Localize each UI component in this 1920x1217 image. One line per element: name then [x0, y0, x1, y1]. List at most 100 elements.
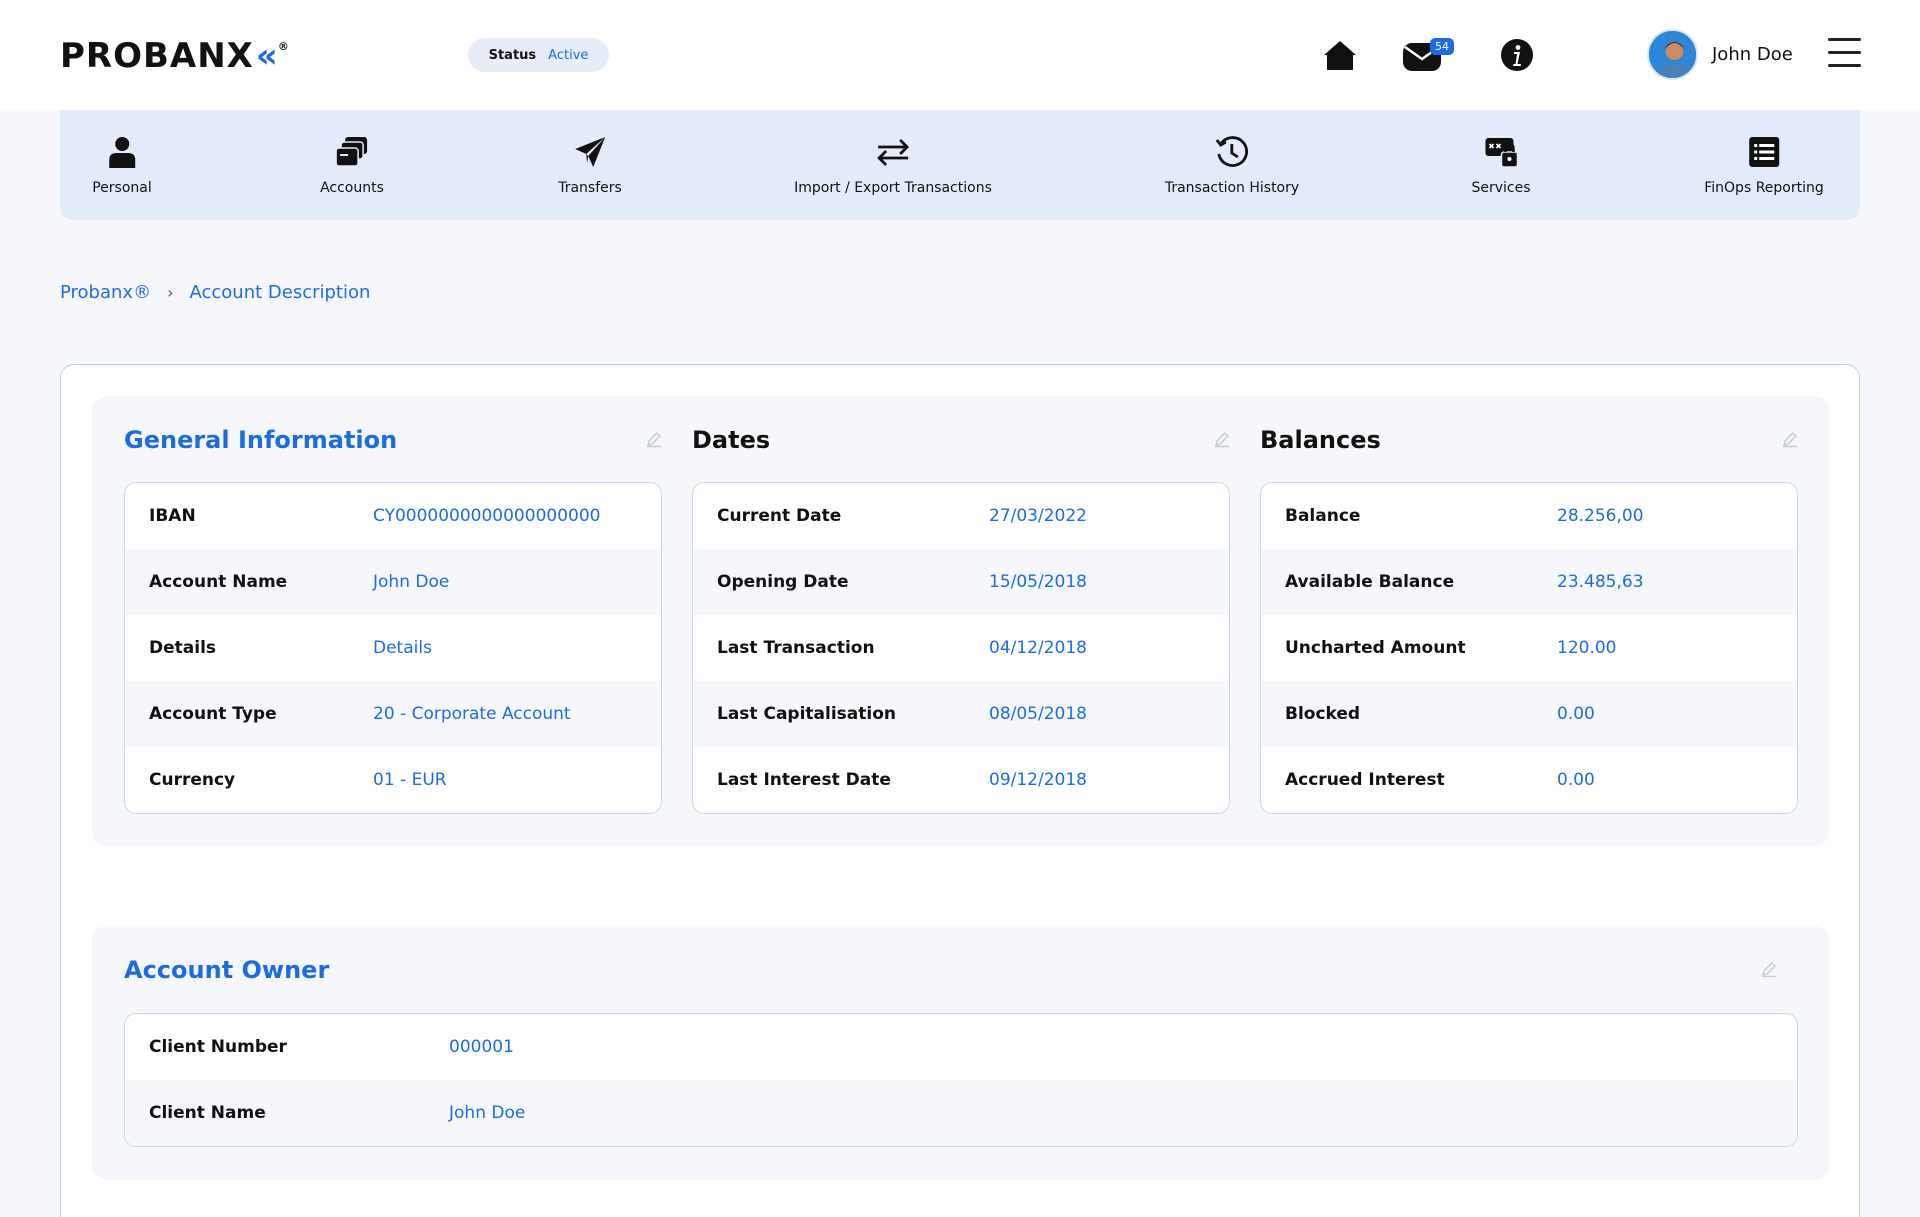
nav-label: Import / Export Transactions	[794, 180, 992, 196]
row-key: Blocked	[1285, 704, 1361, 724]
nav-item-accounts[interactable]: Accounts	[320, 134, 384, 196]
row-value: John Doe	[449, 1103, 526, 1123]
top-header: PROBANX « ® Status Active 54 John Doe	[0, 0, 1920, 110]
chevron-right-icon: ›	[167, 283, 174, 302]
row-value: 04/12/2018	[989, 638, 1087, 658]
row-key: Last Interest Date	[717, 770, 891, 790]
breadcrumb-root[interactable]: Probanx®	[60, 282, 151, 303]
balances-table: Balance 28.256,00 Available Balance 23.485…	[1260, 482, 1798, 814]
account-description-card: General Information IBAN CY00000000000000…	[60, 364, 1860, 1217]
logo-text: PROBANX	[60, 36, 254, 76]
logo-mark: «	[255, 36, 278, 76]
main-nav: Personal Accounts Transfers Import / Exp…	[60, 110, 1860, 220]
row-key: Details	[149, 638, 217, 658]
row-value: 28.256,00	[1557, 506, 1644, 526]
nav-label: Personal	[92, 180, 152, 196]
table-row: Last Capitalisation 08/05/2018	[693, 681, 1229, 747]
table-row: Accrued Interest 0.00	[1261, 747, 1797, 813]
table-row: Client Number 000001	[125, 1014, 1797, 1080]
row-value: 01 - EUR	[373, 770, 447, 790]
history-icon	[1214, 134, 1250, 170]
mail-badge-count: 54	[1430, 38, 1454, 55]
nav-label: Accounts	[320, 180, 384, 196]
nav-label: Transaction History	[1164, 180, 1300, 196]
dates-table: Current Date 27/03/2022 Opening Date 15/05…	[692, 482, 1230, 814]
row-key: Last Capitalisation	[717, 704, 896, 724]
row-value: 15/05/2018	[989, 572, 1087, 592]
row-key: IBAN	[149, 506, 196, 526]
table-row: Opening Date 15/05/2018	[693, 549, 1229, 615]
nav-item-import-export[interactable]: Import / Export Transactions	[794, 134, 992, 196]
avatar[interactable]	[1647, 29, 1698, 80]
hamburger-menu-icon[interactable]	[1828, 38, 1861, 70]
nav-item-transaction-history[interactable]: Transaction History	[1165, 134, 1299, 196]
row-value: 0.00	[1557, 704, 1595, 724]
table-row: Last Interest Date 09/12/2018	[693, 747, 1229, 813]
table-row: Uncharted Amount 120.00	[1261, 615, 1797, 681]
account-summary-section: General Information IBAN CY00000000000000…	[92, 396, 1829, 846]
table-row: Available Balance 23.485,63	[1261, 549, 1797, 615]
nav-label: FinOps Reporting	[1704, 180, 1824, 196]
row-value: 23.485,63	[1557, 572, 1644, 592]
breadcrumb: Probanx® › Account Description	[60, 282, 370, 303]
table-row: Blocked 0.00	[1261, 681, 1797, 747]
row-key: Uncharted Amount	[1285, 638, 1466, 658]
nav-item-personal[interactable]: Personal	[92, 134, 152, 196]
account-owner-table: Client Number 000001 Client Name John Doe	[124, 1013, 1798, 1147]
nav-item-services[interactable]: Services	[1471, 134, 1531, 196]
row-value: 000001	[449, 1037, 514, 1057]
table-row: Account Type 20 - Corporate Account	[125, 681, 661, 747]
general-information-table: IBAN CY0000000000000000000 Account Name Jo…	[124, 482, 662, 814]
probanx-logo[interactable]: PROBANX « ®	[60, 36, 290, 76]
row-key: Account Type	[149, 704, 277, 724]
services-lock-icon	[1483, 134, 1519, 170]
general-information-column: General Information IBAN CY00000000000000…	[92, 396, 662, 846]
row-key: Balance	[1285, 506, 1361, 526]
pencil-edit-icon[interactable]	[1781, 430, 1799, 448]
table-row: Currency 01 - EUR	[125, 747, 661, 813]
row-value: 120.00	[1557, 638, 1617, 658]
paper-plane-icon	[572, 134, 608, 170]
accounts-icon	[334, 134, 370, 170]
info-icon[interactable]	[1497, 35, 1537, 75]
logo-registered: ®	[277, 40, 290, 53]
details-link[interactable]: Details	[373, 638, 432, 658]
swap-arrows-icon	[875, 134, 911, 170]
row-value: 27/03/2022	[989, 506, 1087, 526]
nav-item-transfers[interactable]: Transfers	[558, 134, 622, 196]
status-label: Status	[488, 47, 537, 63]
balances-title: Balances	[1260, 426, 1381, 454]
nav-item-finops-reporting[interactable]: FinOps Reporting	[1704, 134, 1824, 196]
home-icon[interactable]	[1320, 35, 1360, 75]
row-key: Currency	[149, 770, 236, 790]
table-row: Current Date 27/03/2022	[693, 483, 1229, 549]
breadcrumb-current: Account Description	[189, 282, 371, 303]
row-value: 08/05/2018	[989, 704, 1087, 724]
table-row: Last Transaction 04/12/2018	[693, 615, 1229, 681]
account-owner-title: Account Owner	[124, 956, 330, 984]
row-key: Client Number	[149, 1037, 287, 1057]
row-value: 09/12/2018	[989, 770, 1087, 790]
row-key: Accrued Interest	[1285, 770, 1445, 790]
person-icon	[104, 134, 140, 170]
table-row: IBAN CY0000000000000000000	[125, 483, 661, 549]
row-value: 0.00	[1557, 770, 1595, 790]
user-name[interactable]: John Doe	[1712, 44, 1793, 65]
nav-label: Services	[1471, 180, 1531, 196]
list-report-icon	[1746, 134, 1782, 170]
table-row: Client Name John Doe	[125, 1080, 1797, 1146]
row-key: Client Name	[149, 1103, 266, 1123]
nav-label: Transfers	[558, 180, 622, 196]
row-key: Account Name	[149, 572, 288, 592]
general-information-title: General Information	[124, 426, 398, 454]
table-row: Account Name John Doe	[125, 549, 661, 615]
table-row: Details Details	[125, 615, 661, 681]
pencil-edit-icon[interactable]	[1760, 960, 1778, 978]
row-value: 20 - Corporate Account	[373, 704, 571, 724]
account-owner-section: Account Owner Client Number 000001 Client…	[92, 926, 1829, 1180]
row-value: CY0000000000000000000	[373, 506, 601, 526]
row-key: Current Date	[717, 506, 842, 526]
table-row: Balance 28.256,00	[1261, 483, 1797, 549]
dates-title: Dates	[692, 426, 771, 454]
row-value: John Doe	[373, 572, 450, 592]
